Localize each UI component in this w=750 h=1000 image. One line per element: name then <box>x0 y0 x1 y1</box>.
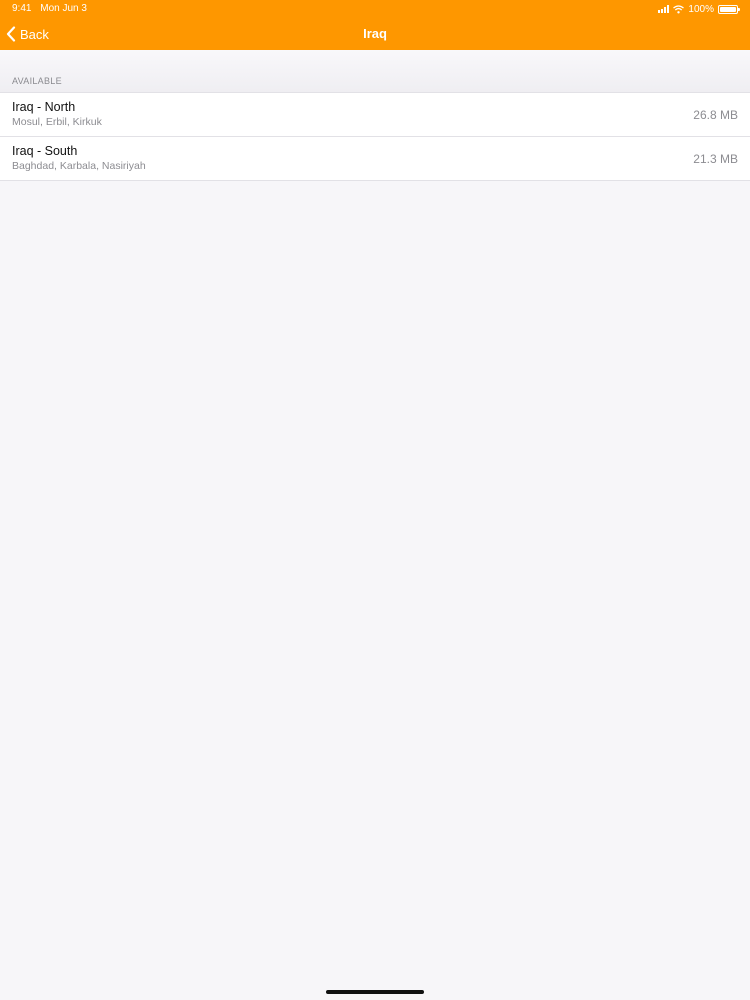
navigation-bar: 9:41 Mon Jun 3 100% Back Iraq <box>0 0 750 50</box>
list-item-iraq-north[interactable]: Iraq - North Mosul, Erbil, Kirkuk 26.8 M… <box>0 93 750 137</box>
status-time: 9:41 Mon Jun 3 <box>12 3 93 15</box>
home-indicator[interactable] <box>326 990 424 994</box>
status-indicators: 100% <box>658 2 740 16</box>
status-date: Mon Jun 3 <box>40 3 87 14</box>
section-header-label: AVAILABLE <box>12 76 62 86</box>
region-size: 21.3 MB <box>693 152 738 166</box>
region-cities: Mosul, Erbil, Kirkuk <box>12 116 102 128</box>
page-title: Iraq <box>363 26 387 41</box>
region-list: Iraq - North Mosul, Erbil, Kirkuk 26.8 M… <box>0 93 750 181</box>
battery-icon <box>718 4 740 14</box>
region-name: Iraq - South <box>12 144 78 158</box>
cellular-signal-icon <box>658 5 670 13</box>
section-header: AVAILABLE <box>0 50 750 93</box>
wifi-icon <box>673 4 685 13</box>
battery-percentage: 100% <box>688 3 714 15</box>
list-item-iraq-south[interactable]: Iraq - South Baghdad, Karbala, Nasiriyah… <box>0 137 750 181</box>
region-name: Iraq - North <box>12 100 76 114</box>
region-cities: Baghdad, Karbala, Nasiriyah <box>12 160 146 172</box>
screen: 9:41 Mon Jun 3 100% Back Iraq AVAILABLE … <box>0 0 750 1000</box>
region-size: 26.8 MB <box>693 108 738 122</box>
status-clock: 9:41 <box>12 3 32 14</box>
